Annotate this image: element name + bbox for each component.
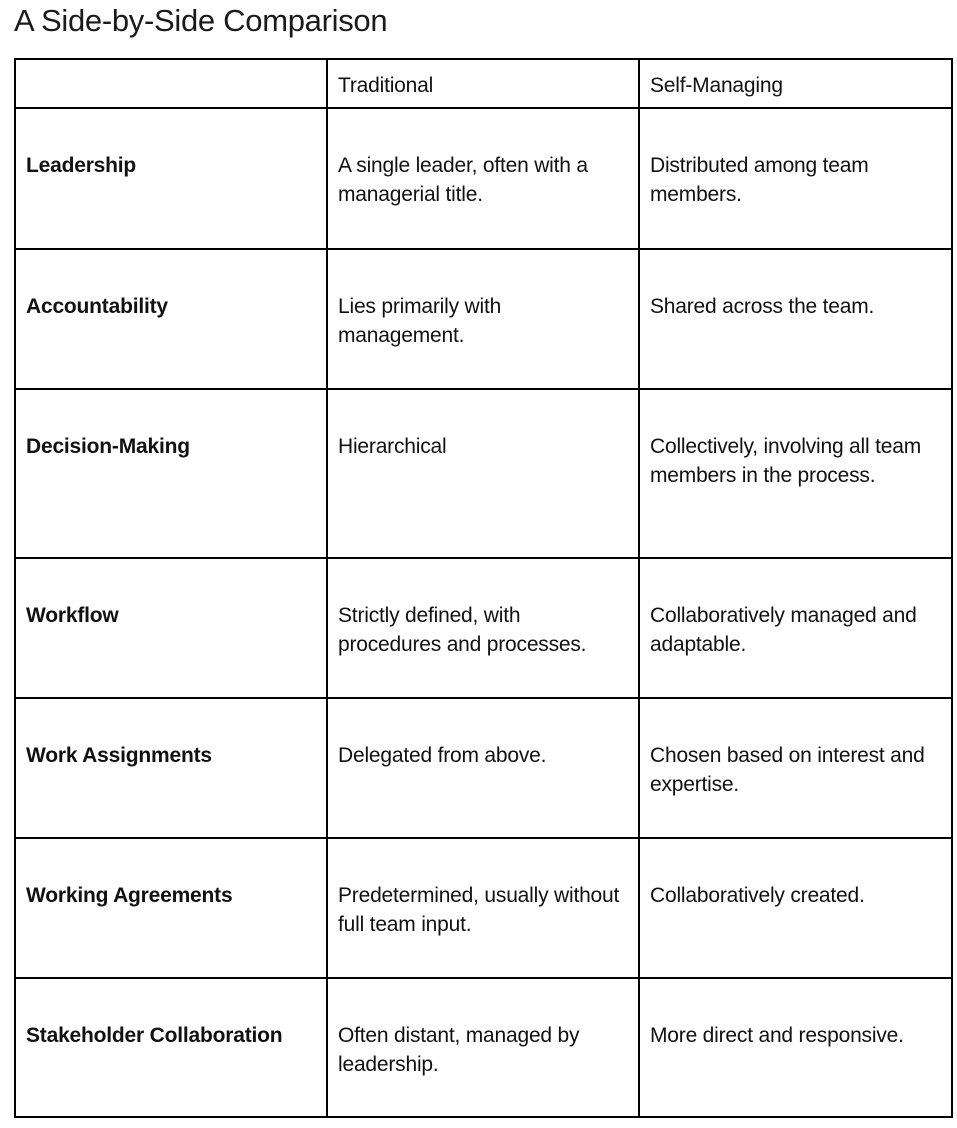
row-label: Workflow [14,557,328,699]
traditional-cell: Often distant, managed by leadership. [326,977,640,1118]
traditional-cell: Lies primarily with management. [326,248,640,390]
self-managing-cell: Collaboratively managed and adaptable. [638,557,953,699]
table-row: Accountability Lies primarily with manag… [14,248,953,390]
row-label: Decision-Making [14,388,328,559]
traditional-cell: Predetermined, usually without full team… [326,837,640,979]
row-label: Leadership [14,107,328,250]
header-cell-empty [14,58,328,109]
comparison-table: Traditional Self-Managing Leadership A s… [14,58,953,1118]
header-cell-self-managing: Self-Managing [638,58,953,109]
table-row: Work Assignments Delegated from above. C… [14,697,953,839]
table-row: Stakeholder Collaboration Often distant,… [14,977,953,1118]
row-label: Working Agreements [14,837,328,979]
page-title: A Side-by-Side Comparison [14,3,388,38]
self-managing-cell: Collectively, involving all team members… [638,388,953,559]
row-label: Stakeholder Collaboration [14,977,328,1118]
self-managing-cell: Collaboratively created. [638,837,953,979]
traditional-cell: A single leader, often with a managerial… [326,107,640,250]
self-managing-cell: Shared across the team. [638,248,953,390]
table-header-row: Traditional Self-Managing [14,58,953,109]
self-managing-cell: More direct and responsive. [638,977,953,1118]
table-row: Decision-Making Hierarchical Collectivel… [14,388,953,559]
table-row: Workflow Strictly defined, with procedur… [14,557,953,699]
self-managing-cell: Distributed among team members. [638,107,953,250]
row-label: Accountability [14,248,328,390]
table-row: Working Agreements Predetermined, usuall… [14,837,953,979]
traditional-cell: Delegated from above. [326,697,640,839]
traditional-cell: Hierarchical [326,388,640,559]
table-row: Leadership A single leader, often with a… [14,107,953,250]
self-managing-cell: Chosen based on interest and expertise. [638,697,953,839]
row-label: Work Assignments [14,697,328,839]
traditional-cell: Strictly defined, with procedures and pr… [326,557,640,699]
header-cell-traditional: Traditional [326,58,640,109]
